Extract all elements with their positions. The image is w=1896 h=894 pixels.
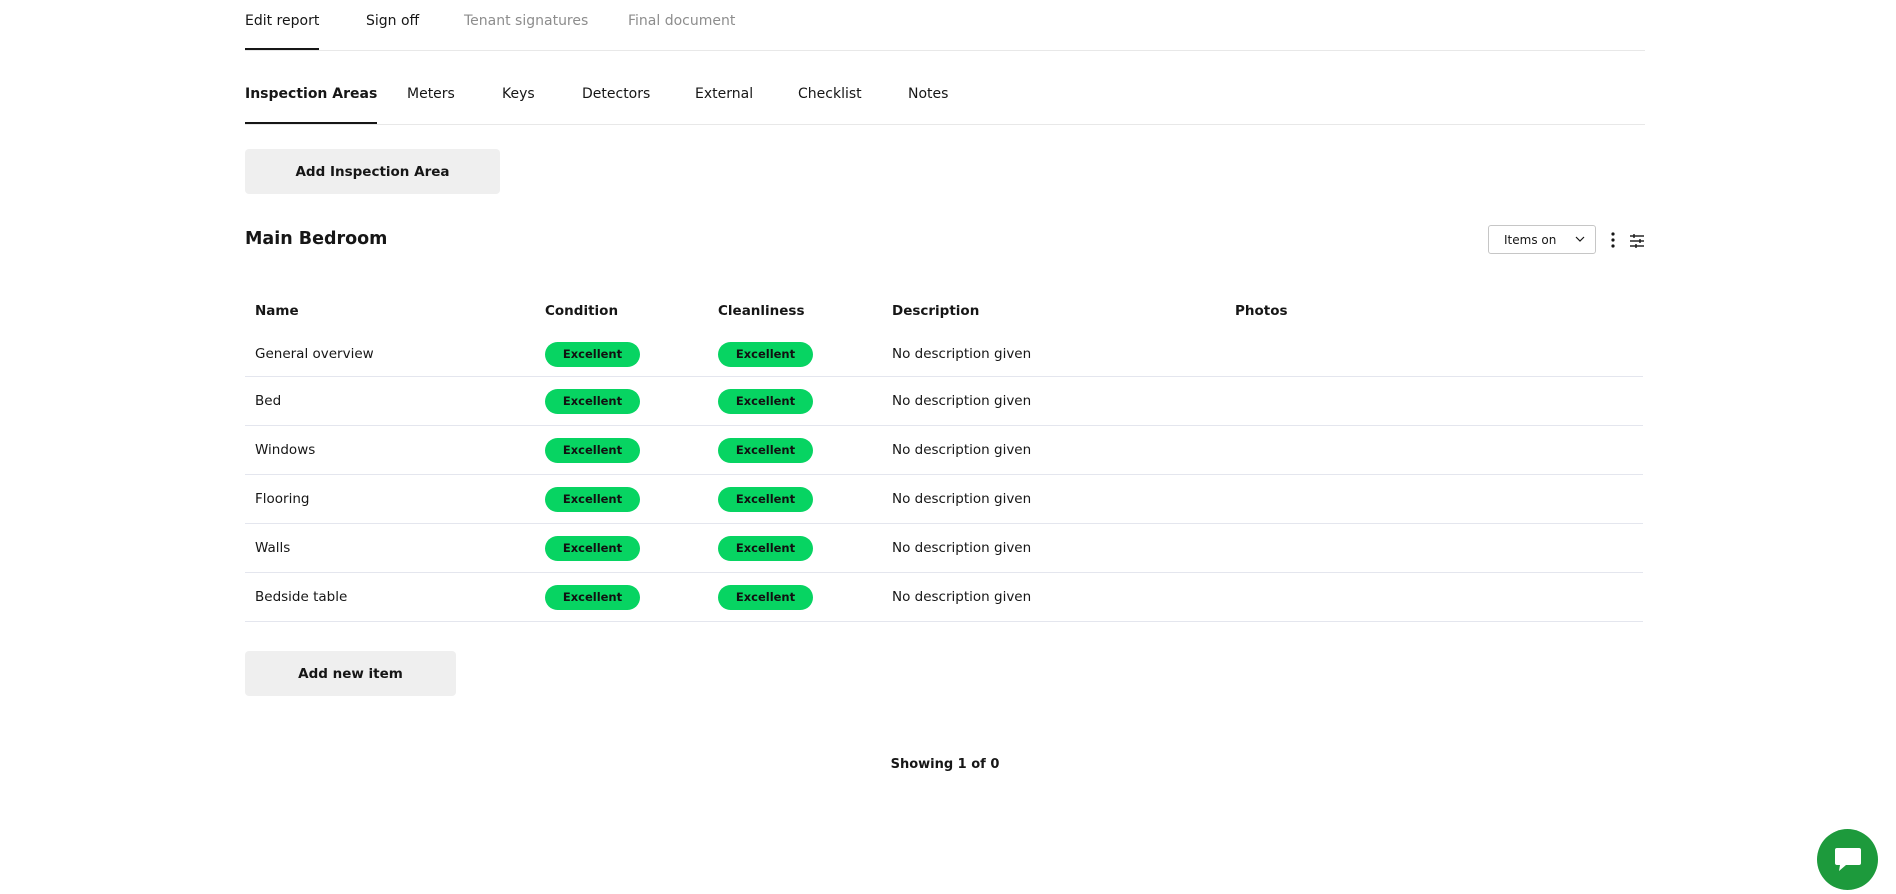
tab-checklist[interactable]: Checklist (798, 86, 862, 102)
item-description: No description given (882, 523, 1225, 573)
report-tabs: Edit report Sign off Tenant signatures F… (245, 0, 1645, 51)
table-row[interactable]: Walls Excellent Excellent No description… (245, 523, 1643, 573)
table-row[interactable]: Windows Excellent Excellent No descripti… (245, 425, 1643, 475)
item-description: No description given (882, 332, 1225, 377)
add-new-item-button[interactable]: Add new item (245, 651, 456, 696)
cleanliness-badge: Excellent (718, 437, 813, 463)
table-row[interactable]: Bedside table Excellent Excellent No des… (245, 572, 1643, 622)
kebab-menu-icon[interactable] (1609, 231, 1617, 249)
condition-badge: Excellent (545, 341, 640, 367)
cleanliness-badge: Excellent (718, 388, 813, 414)
table-row[interactable]: General overview Excellent Excellent No … (245, 332, 1643, 377)
cleanliness-badge: Excellent (718, 584, 813, 610)
cleanliness-badge: Excellent (718, 341, 813, 367)
condition-badge: Excellent (545, 486, 640, 512)
items-filter-value: Items on (1504, 233, 1557, 247)
item-photos (1225, 572, 1643, 622)
add-inspection-area-button[interactable]: Add Inspection Area (245, 149, 500, 194)
tab-tenant-signatures[interactable]: Tenant signatures (464, 13, 588, 29)
item-photos (1225, 376, 1643, 426)
column-header-photos: Photos (1235, 303, 1288, 319)
tab-final-document[interactable]: Final document (628, 13, 735, 29)
column-header-description: Description (892, 303, 980, 319)
section-tabs: Inspection Areas Meters Keys Detectors E… (245, 74, 1645, 125)
table-row[interactable]: Bed Excellent Excellent No description g… (245, 376, 1643, 426)
cleanliness-badge: Excellent (718, 486, 813, 512)
filter-lines-icon[interactable] (1630, 232, 1644, 250)
item-photos (1225, 332, 1643, 377)
tab-meters[interactable]: Meters (407, 86, 455, 102)
column-header-name: Name (255, 303, 299, 319)
item-photos (1225, 425, 1643, 475)
cleanliness-badge: Excellent (718, 535, 813, 561)
tab-notes[interactable]: Notes (908, 86, 948, 102)
column-header-cleanliness: Cleanliness (718, 303, 805, 319)
item-description: No description given (882, 474, 1225, 524)
pagination-status: Showing 1 of 0 (890, 757, 1000, 772)
table-row[interactable]: Flooring Excellent Excellent No descript… (245, 474, 1643, 524)
tab-detectors[interactable]: Detectors (582, 86, 650, 102)
chat-launcher-button[interactable] (1817, 829, 1878, 890)
item-name: Bedside table (245, 572, 535, 622)
items-filter-select[interactable]: Items on (1488, 225, 1596, 254)
column-header-condition: Condition (545, 303, 619, 319)
items-table: Name Condition Cleanliness Description P… (245, 290, 1643, 622)
item-name: Windows (245, 425, 535, 475)
item-name: General overview (245, 332, 535, 377)
condition-badge: Excellent (545, 437, 640, 463)
item-name: Bed (245, 376, 535, 426)
table-header-row: Name Condition Cleanliness Description P… (245, 290, 1643, 332)
tab-keys[interactable]: Keys (502, 86, 535, 102)
item-description: No description given (882, 425, 1225, 475)
condition-badge: Excellent (545, 584, 640, 610)
condition-badge: Excellent (545, 535, 640, 561)
condition-badge: Excellent (545, 388, 640, 414)
tab-sign-off[interactable]: Sign off (366, 13, 419, 29)
item-name: Walls (245, 523, 535, 573)
chat-bubble-icon (1835, 848, 1861, 871)
item-name: Flooring (245, 474, 535, 524)
item-description: No description given (882, 376, 1225, 426)
item-photos (1225, 474, 1643, 524)
area-title: Main Bedroom (245, 229, 388, 249)
tab-external[interactable]: External (695, 86, 753, 102)
chevron-down-icon (1575, 236, 1585, 242)
item-photos (1225, 523, 1643, 573)
item-description: No description given (882, 572, 1225, 622)
tab-inspection-areas[interactable]: Inspection Areas (245, 86, 378, 124)
tab-edit-report[interactable]: Edit report (245, 13, 320, 50)
